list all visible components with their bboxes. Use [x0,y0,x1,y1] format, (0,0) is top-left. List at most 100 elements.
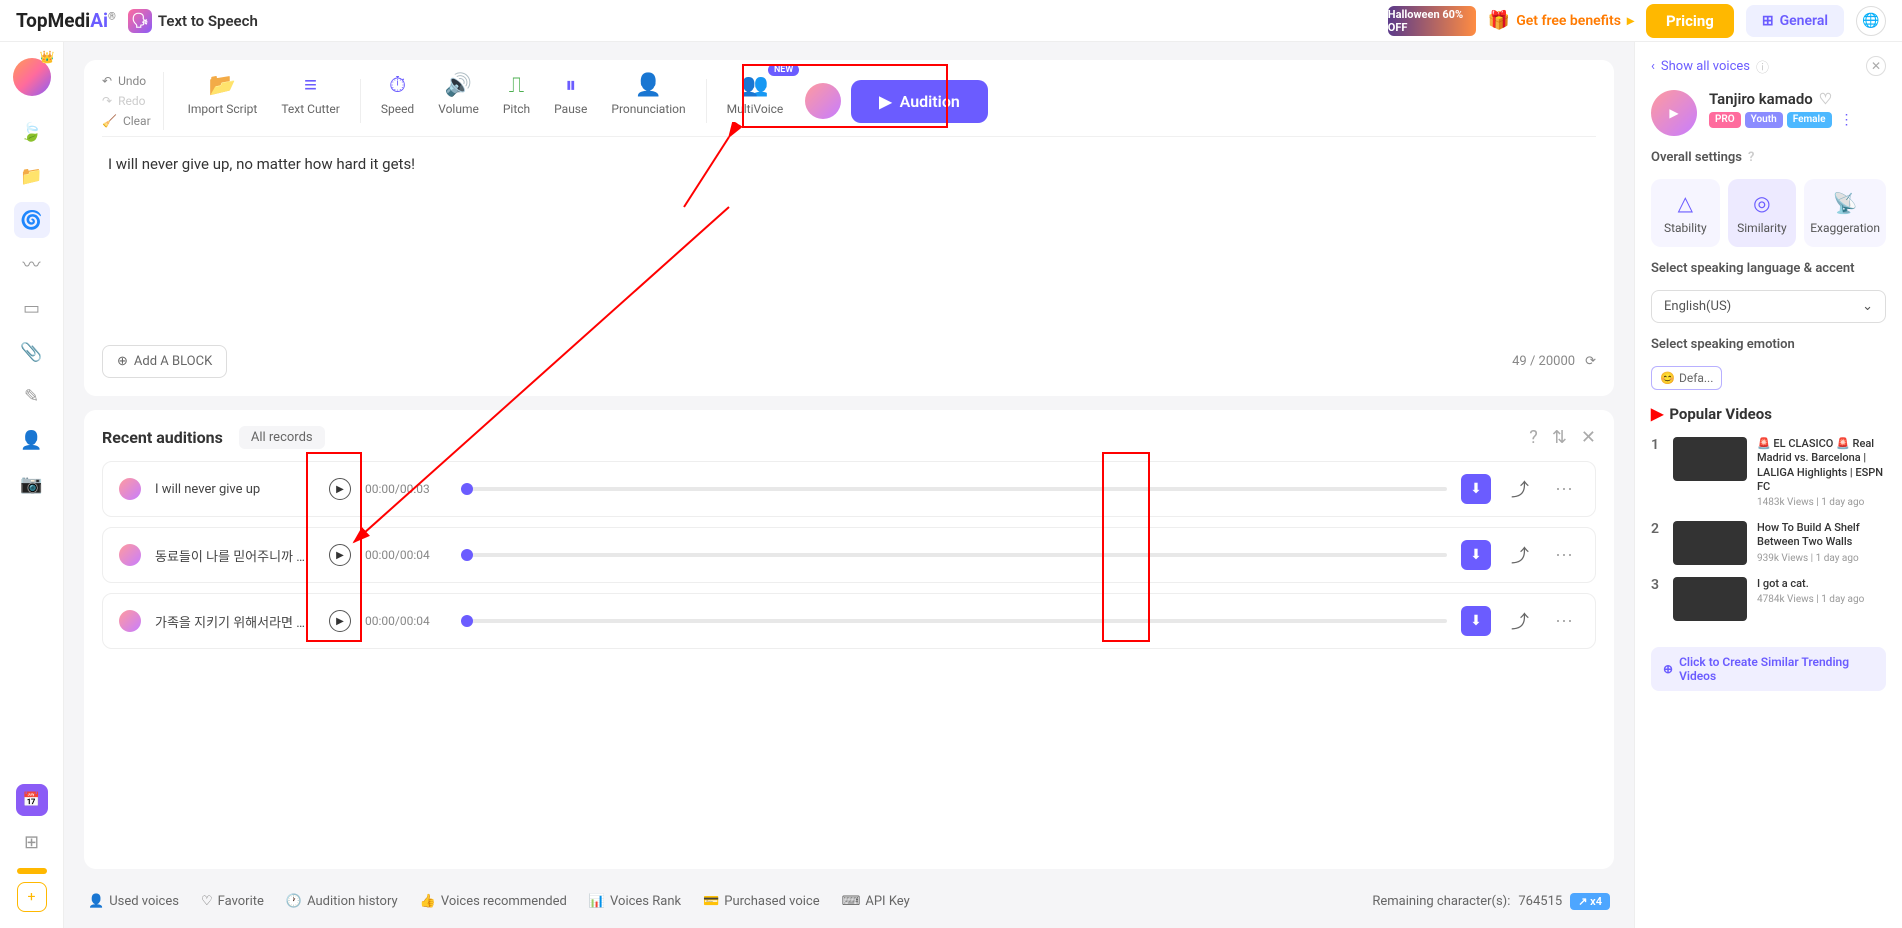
all-records-button[interactable]: All records [239,426,325,449]
row-text: 가족을 지키기 위해서라면 난 ... [155,612,315,631]
refresh-icon[interactable]: ⟳ [1585,354,1596,369]
clear-icon: 🧹 [102,114,117,128]
popular-videos-title: ▶ Popular Videos [1651,404,1886,423]
text-input[interactable]: I will never give up, no matter how hard… [102,137,1596,337]
multiplier-badge[interactable]: ↗ x4 [1570,893,1610,910]
speed-button[interactable]: ⏱Speed [369,72,426,116]
progress-bar[interactable] [461,553,1447,557]
language-globe-icon[interactable]: 🌐 [1856,6,1886,36]
close-panel-icon[interactable]: ✕ [1866,56,1886,76]
cutter-icon: ≡ [304,72,317,98]
pro-tag: PRO [1709,112,1741,128]
progress-bar[interactable] [461,487,1447,491]
download-button[interactable]: ⬇ [1461,474,1491,504]
rail-add-button[interactable]: + [17,882,47,912]
video-item[interactable]: 3 I got a cat. 4784k Views | 1 day ago [1651,577,1886,621]
rail-leaf-icon[interactable]: 🍃 [14,114,50,150]
play-button[interactable]: ▶ [329,544,351,566]
heart-outline-icon[interactable]: ♡ [1819,90,1832,108]
rail-clip-icon[interactable]: 📎 [14,334,50,370]
get-benefits-link[interactable]: 🎁 Get free benefits ▸ [1488,10,1634,31]
play-button[interactable]: ▶ [329,610,351,632]
voices-rank-link[interactable]: 📊Voices Rank [589,894,681,909]
rail-person-icon[interactable]: 👤 [14,422,50,458]
collapse-panel-button[interactable]: ‹ [1634,422,1635,462]
redo-button[interactable]: ↷Redo [102,92,151,110]
multivoice-icon: 👥 [741,72,768,98]
rail-apps-icon[interactable]: ⊞ [14,824,50,860]
clear-button[interactable]: 🧹Clear [102,112,151,130]
rail-pen-icon[interactable]: ✎ [14,378,50,414]
volume-button[interactable]: 🔊Volume [426,72,491,116]
sort-icon[interactable]: ⇅ [1552,427,1567,448]
api-key-link[interactable]: ⌨API Key [842,894,910,909]
rail-wave-icon[interactable]: 〰 [14,246,50,282]
code-icon: ⌨ [842,894,861,909]
language-select[interactable]: English(US) ⌄ [1651,290,1886,323]
rail-folder-icon[interactable]: 📁 [14,158,50,194]
voice-avatar[interactable] [1651,90,1697,136]
share-button[interactable]: ⤴ [1505,540,1535,570]
pronunciation-button[interactable]: 👤Pronunciation [599,72,697,116]
card-icon: 💳 [703,894,719,909]
multivoice-button[interactable]: NEW 👥MultiVoice [715,72,796,116]
video-rank: 3 [1651,577,1663,593]
play-button[interactable]: ▶ [329,478,351,500]
smile-icon: 😊 [1660,371,1675,385]
halloween-promo[interactable]: Halloween 60% OFF [1388,6,1476,36]
used-voices-link[interactable]: 👤Used voices [88,894,179,909]
import-icon: 📂 [209,72,236,98]
pricing-button[interactable]: Pricing [1646,4,1734,38]
pitch-button[interactable]: ⎍Pitch [491,72,542,116]
show-all-voices-button[interactable]: ‹ Show all voices ⓘ ✕ [1651,56,1886,76]
selected-voice-avatar[interactable] [805,83,841,119]
help-icon[interactable]: ? [1529,427,1538,448]
import-script-button[interactable]: 📂Import Script [176,72,270,116]
more-button[interactable]: ⋯ [1549,479,1579,500]
close-icon[interactable]: ✕ [1581,427,1596,448]
similarity-setting[interactable]: ◎Similarity [1728,179,1797,247]
video-meta: 4784k Views | 1 day ago [1757,593,1886,606]
rail-calendar-icon[interactable]: 📅 [16,784,48,816]
logo[interactable]: TopMediAi® [16,9,116,32]
more-icon[interactable]: ⋮ [1840,112,1854,128]
toolbar: ↶Undo ↷Redo 🧹Clear 📂Import Script ≡Text … [102,72,1596,137]
play-icon: ▶ [879,92,891,111]
user-avatar[interactable] [13,58,51,96]
download-button[interactable]: ⬇ [1461,540,1491,570]
exaggeration-setting[interactable]: 📡Exaggeration [1804,179,1886,247]
rail-tts-icon[interactable]: 🌀 [14,202,50,238]
text-cutter-button[interactable]: ≡Text Cutter [269,72,352,116]
more-button[interactable]: ⋯ [1549,611,1579,632]
audition-history-link[interactable]: 🕐Audition history [286,894,398,909]
time-display: 00:00/00:04 [365,548,447,562]
emotion-chip[interactable]: 😊 Defa... [1651,366,1722,390]
text-to-speech-nav[interactable]: 🗣 Text to Speech [128,9,258,33]
undo-button[interactable]: ↶Undo [102,72,151,90]
chevron-down-icon: ⌄ [1862,299,1873,314]
download-button[interactable]: ⬇ [1461,606,1491,636]
purchased-voice-link[interactable]: 💳Purchased voice [703,894,820,909]
create-trending-button[interactable]: ⊕ Click to Create Similar Trending Video… [1651,647,1886,691]
left-rail: 🍃 📁 🌀 〰 ▭ 📎 ✎ 👤 📷 📅 ⊞ + [0,42,64,928]
general-button[interactable]: ⊞ General [1746,5,1844,37]
video-item[interactable]: 1 🚨 EL CLASICO 🚨 Real Madrid vs. Barcelo… [1651,437,1886,509]
language-label: Select speaking language & accent [1651,261,1886,276]
share-button[interactable]: ⤴ [1505,474,1535,504]
rail-card-icon[interactable]: ▭ [14,290,50,326]
favorite-link[interactable]: ♡Favorite [201,894,264,909]
emotion-label: Select speaking emotion [1651,337,1886,352]
share-button[interactable]: ⤴ [1505,606,1535,636]
voices-recommended-link[interactable]: 👍Voices recommended [420,894,567,909]
pause-button[interactable]: ⏸Pause [542,72,599,116]
pitch-icon: ⎍ [509,72,524,98]
add-block-button[interactable]: ⊕ Add A BLOCK [102,345,227,378]
more-button[interactable]: ⋯ [1549,545,1579,566]
video-item[interactable]: 2 How To Build A Shelf Between Two Walls… [1651,521,1886,565]
video-thumbnail [1673,577,1747,621]
help-icon[interactable]: ? [1748,150,1754,165]
rail-camera-icon[interactable]: 📷 [14,466,50,502]
stability-setting[interactable]: △Stability [1651,179,1720,247]
audition-button[interactable]: ▶ Audition [851,80,988,123]
progress-bar[interactable] [461,619,1447,623]
